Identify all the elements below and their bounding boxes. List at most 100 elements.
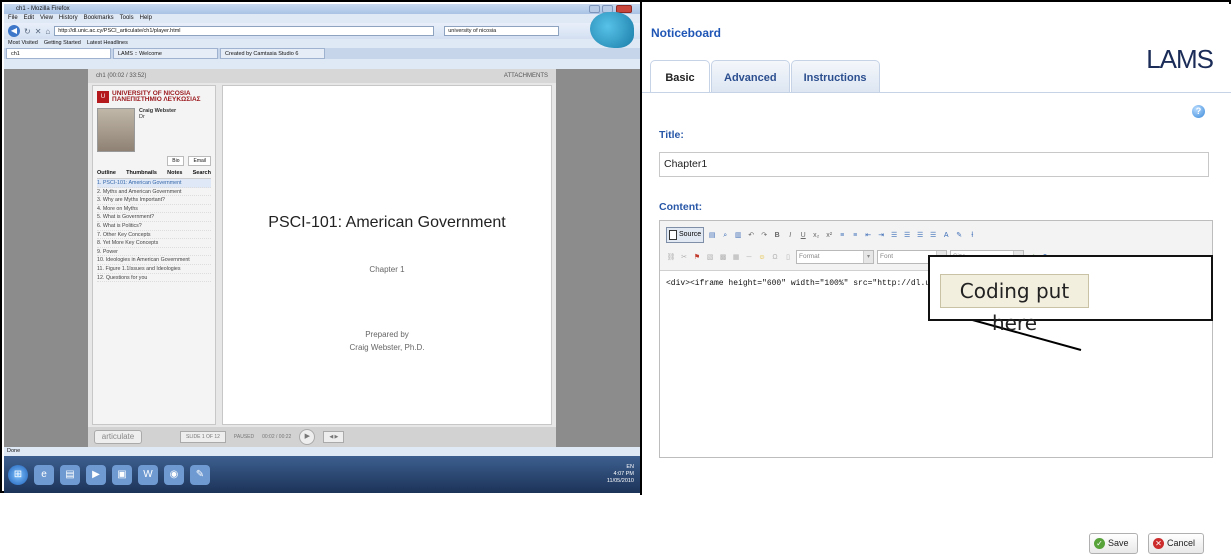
menu-edit[interactable]: Edit <box>24 14 34 23</box>
url-bar[interactable]: http://dl.unic.ac.cy/PSCI_articulate/ch1… <box>54 26 435 36</box>
cancel-label: Cancel <box>1167 538 1196 548</box>
menu-view[interactable]: View <box>40 14 53 23</box>
articulate-logo: articulate <box>94 430 142 444</box>
browser-tab-lams[interactable]: LAMS :: Welcome <box>113 48 218 59</box>
paint-icon[interactable]: ✎ <box>190 464 210 485</box>
window-title: ch1 - Mozilla Firefox <box>16 6 70 12</box>
media-icon[interactable]: ▶ <box>86 464 106 485</box>
preview-icon[interactable]: ⌕ <box>720 230 730 241</box>
smiley-icon[interactable]: ☺ <box>757 252 767 263</box>
text-color-icon[interactable]: A <box>941 230 951 241</box>
explorer-icon[interactable]: ▣ <box>112 464 132 485</box>
tab-thumbnails[interactable]: Thumbnails <box>126 170 157 176</box>
tab-advanced[interactable]: Advanced <box>711 60 790 92</box>
tab-basic[interactable]: Basic <box>650 60 710 92</box>
bookmark-latest-headlines[interactable]: Latest Headlines <box>87 39 128 48</box>
bookmark-most-visited[interactable]: Most Visited <box>8 39 38 48</box>
outline-item[interactable]: 5. What is Government? <box>97 213 211 222</box>
link-icon[interactable]: ⛓ <box>666 252 676 263</box>
bg-color-icon[interactable]: ✎ <box>954 230 964 241</box>
undo-icon[interactable]: ↶ <box>746 230 756 241</box>
browser-tab-ch1[interactable]: ch1 <box>6 48 111 59</box>
page-break-icon[interactable]: ▯ <box>783 252 793 263</box>
outline-item[interactable]: 7. Other Key Concepts <box>97 231 211 240</box>
minimize-button[interactable] <box>589 5 600 13</box>
cancel-button[interactable]: ✕ Cancel <box>1148 533 1205 554</box>
paste-icon[interactable]: ▥ <box>733 230 743 241</box>
table-icon[interactable]: ▦ <box>731 252 741 263</box>
new-page-icon[interactable]: ▤ <box>707 230 717 241</box>
align-center-icon[interactable]: ☰ <box>902 230 912 241</box>
prev-next-buttons[interactable]: ◀ ▶ <box>323 431 345 443</box>
source-button[interactable]: Source <box>666 227 705 243</box>
italic-icon[interactable]: I <box>785 230 795 241</box>
slide-prepared-by: Prepared by <box>365 330 409 339</box>
subscript-icon[interactable]: x₂ <box>811 230 821 241</box>
menu-bookmarks[interactable]: Bookmarks <box>84 14 114 23</box>
underline-icon[interactable]: U <box>798 230 808 241</box>
firefox-icon[interactable]: ◉ <box>164 464 184 485</box>
title-input[interactable]: Chapter1 <box>659 152 1209 177</box>
outline-item[interactable]: 11. Figure 1.1Issues and Ideologies <box>97 265 211 274</box>
stop-icon[interactable]: ✕ <box>35 27 42 36</box>
outline-item[interactable]: 8. Yet More Key Concepts <box>97 239 211 248</box>
unlink-icon[interactable]: ✂ <box>679 252 689 263</box>
home-icon[interactable]: ⌂ <box>45 27 50 36</box>
player-header-title: ch1 (00:02 / 33:52) <box>96 73 147 79</box>
folder-icon[interactable]: ▤ <box>60 464 80 485</box>
outline-item[interactable]: 12. Questions for you <box>97 274 211 283</box>
numbered-list-icon[interactable]: ≡ <box>837 230 847 241</box>
align-right-icon[interactable]: ☰ <box>915 230 925 241</box>
bookmark-getting-started[interactable]: Getting Started <box>44 39 81 48</box>
outline-item[interactable]: 6. What is Politics? <box>97 222 211 231</box>
remove-format-icon[interactable]: Ɨ <box>967 230 977 241</box>
language-indicator[interactable]: EN <box>626 464 634 470</box>
bold-icon[interactable]: B <box>772 230 782 241</box>
flash-icon[interactable]: ▩ <box>718 252 728 263</box>
back-button[interactable]: ◀ <box>8 25 20 37</box>
tab-notes[interactable]: Notes <box>167 170 182 176</box>
menu-tools[interactable]: Tools <box>120 14 134 23</box>
image-icon[interactable]: ▧ <box>705 252 715 263</box>
align-left-icon[interactable]: ☰ <box>889 230 899 241</box>
tab-instructions[interactable]: Instructions <box>790 60 880 92</box>
reload-icon[interactable]: ↻ <box>24 27 31 36</box>
outline-item[interactable]: 2. Myths and American Government <box>97 188 211 197</box>
save-button[interactable]: ✓ Save <box>1089 533 1138 554</box>
outline-item[interactable]: 1. PSCI-101: American Government <box>97 179 211 188</box>
attachments-link[interactable]: ATTACHMENTS <box>504 69 548 83</box>
justify-icon[interactable]: ☰ <box>928 230 938 241</box>
anchor-icon[interactable]: ⚑ <box>692 252 702 263</box>
ie-icon[interactable]: e <box>34 464 54 485</box>
bio-button[interactable]: Bio <box>167 156 185 166</box>
format-select[interactable]: Format ▾ <box>796 250 874 264</box>
noticeboard-header: Noticeboard LAMS Basic Advanced Instruct… <box>642 4 1231 92</box>
content-label: Content: <box>659 201 703 213</box>
email-button[interactable]: Email <box>188 156 211 166</box>
search-box[interactable]: university of nicosia <box>444 26 560 36</box>
word-icon[interactable]: W <box>138 464 158 485</box>
menu-help[interactable]: Help <box>140 14 152 23</box>
tab-outline[interactable]: Outline <box>97 170 116 176</box>
start-icon[interactable]: ⊞ <box>8 464 28 485</box>
redo-icon[interactable]: ↷ <box>759 230 769 241</box>
lams-logo: LAMS <box>1146 44 1214 74</box>
special-char-icon[interactable]: Ω <box>770 252 780 263</box>
outdent-icon[interactable]: ⇤ <box>863 230 873 241</box>
tab-search[interactable]: Search <box>193 170 211 176</box>
help-icon[interactable]: ? <box>1192 105 1205 118</box>
bullet-list-icon[interactable]: ≡ <box>850 230 860 241</box>
outline-item[interactable]: 4. More on Myths <box>97 205 211 214</box>
screenshot-frame: ch1 - Mozilla Firefox File Edit View His… <box>0 0 1231 554</box>
indent-icon[interactable]: ⇥ <box>876 230 886 241</box>
play-icon[interactable]: ▶ <box>299 429 316 445</box>
menu-history[interactable]: History <box>59 14 78 23</box>
outline-item[interactable]: 10. Ideologies in American Government <box>97 256 211 265</box>
outline-item[interactable]: 3. Why are Myths Important? <box>97 196 211 205</box>
superscript-icon[interactable]: x² <box>824 230 834 241</box>
menu-file[interactable]: File <box>8 14 18 23</box>
browser-tab-camtasia[interactable]: Created by Camtasia Studio 6 <box>220 48 325 59</box>
player-sidebar: U UNIVERSITY OF NICOSIA ΠΑΝΕΠΙΣΤΗΜΙΟ ΛΕΥ… <box>92 85 216 425</box>
hr-icon[interactable]: ─ <box>744 252 754 263</box>
outline-item[interactable]: 9. Power <box>97 248 211 257</box>
